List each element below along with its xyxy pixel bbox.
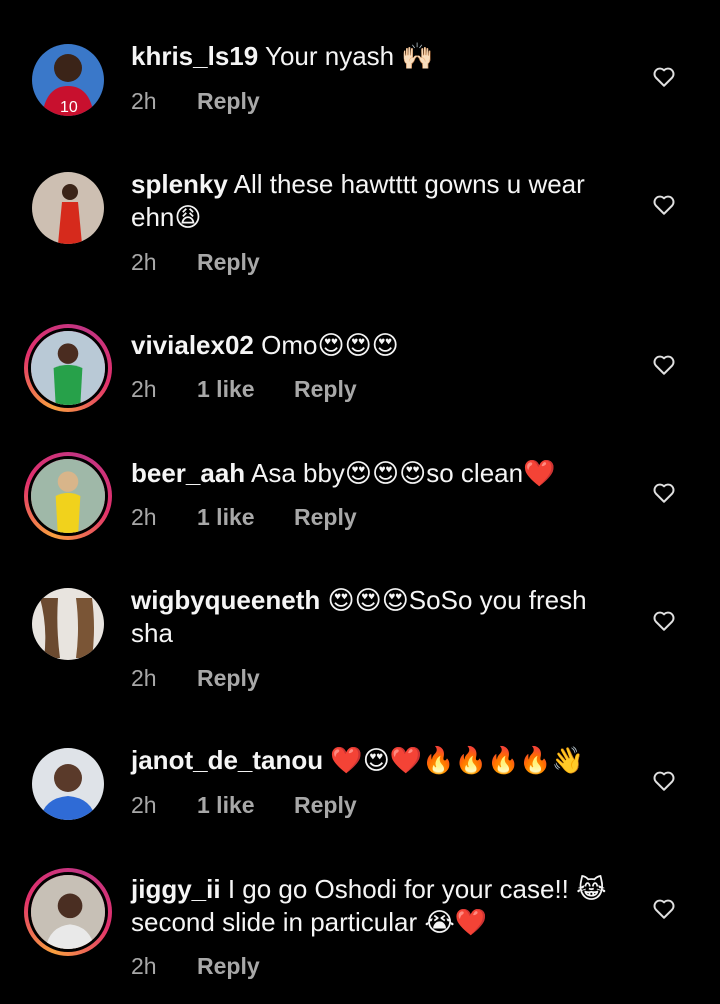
comment-meta: 2h Reply <box>131 88 260 115</box>
like-heart-icon[interactable] <box>651 191 677 217</box>
comment-meta: 2h 1 like Reply <box>131 504 357 531</box>
comment-text: beer_aah Asa bby😍😍😍so clean❤️ <box>131 457 621 490</box>
likes-count[interactable]: 1 like <box>197 504 294 531</box>
avatar-image: 10 <box>32 44 104 116</box>
comment-meta: 2h Reply <box>131 953 260 980</box>
comment-meta: 2h 1 like Reply <box>131 376 357 403</box>
avatar-image <box>31 875 105 949</box>
comment-meta: 2h 1 like Reply <box>131 792 357 819</box>
avatar[interactable] <box>32 172 104 244</box>
comment-username[interactable]: khris_ls19 <box>131 41 258 71</box>
like-heart-icon[interactable] <box>651 63 677 89</box>
comment-text: janot_de_tanou ❤️😍❤️🔥🔥🔥🔥👋 <box>131 744 621 777</box>
reply-button[interactable]: Reply <box>294 792 357 819</box>
likes-count[interactable]: 1 like <box>197 792 294 819</box>
avatar <box>28 872 108 952</box>
avatar-image <box>32 172 104 244</box>
comment-text: splenky All these hawtttt gowns u wear e… <box>131 168 621 234</box>
comment-username[interactable]: jiggy_ii <box>131 874 221 904</box>
comment-username[interactable]: vivialex02 <box>131 330 254 360</box>
avatar[interactable] <box>32 748 104 820</box>
comment-body: Omo😍😍😍 <box>261 330 399 360</box>
avatar-with-story-ring[interactable] <box>24 324 112 412</box>
comment-username[interactable]: beer_aah <box>131 458 245 488</box>
comment-body: ❤️😍❤️🔥🔥🔥🔥👋 <box>330 745 585 775</box>
comment-text: jiggy_ii I go go Oshodi for your case!! … <box>131 873 621 939</box>
reply-button[interactable]: Reply <box>197 665 260 692</box>
comment-time: 2h <box>131 792 157 818</box>
avatar[interactable] <box>32 588 104 660</box>
comment-username[interactable]: wigbyqueeneth <box>131 585 320 615</box>
reply-button[interactable]: Reply <box>197 953 260 980</box>
avatar-with-story-ring[interactable] <box>24 868 112 956</box>
comment-time: 2h <box>131 88 157 114</box>
svg-text:10: 10 <box>60 99 78 116</box>
avatar-image <box>32 748 104 820</box>
comment-meta: 2h Reply <box>131 665 260 692</box>
avatar <box>28 328 108 408</box>
comment-time: 2h <box>131 665 157 691</box>
reply-button[interactable]: Reply <box>294 376 357 403</box>
reply-button[interactable]: Reply <box>294 504 357 531</box>
avatar-image <box>32 588 104 660</box>
reply-button[interactable]: Reply <box>197 88 260 115</box>
comment-time: 2h <box>131 376 157 402</box>
comment-time: 2h <box>131 504 157 530</box>
comment-text: vivialex02 Omo😍😍😍 <box>131 329 621 362</box>
like-heart-icon[interactable] <box>651 767 677 793</box>
comment-time: 2h <box>131 249 157 275</box>
comment-text: khris_ls19 Your nyash 🙌🏻 <box>131 40 621 73</box>
avatar <box>28 456 108 536</box>
comment-time: 2h <box>131 953 157 979</box>
like-heart-icon[interactable] <box>651 607 677 633</box>
reply-button[interactable]: Reply <box>197 249 260 276</box>
like-heart-icon[interactable] <box>651 479 677 505</box>
avatar[interactable]: 10 <box>32 44 104 116</box>
comment-text: wigbyqueeneth 😍😍😍SoSo you fresh sha <box>131 584 621 650</box>
avatar-image <box>31 459 105 533</box>
likes-count[interactable]: 1 like <box>197 376 294 403</box>
comment-username[interactable]: janot_de_tanou <box>131 745 323 775</box>
comment-username[interactable]: splenky <box>131 169 228 199</box>
comment-body: Your nyash 🙌🏻 <box>264 41 434 71</box>
comment-meta: 2h Reply <box>131 249 260 276</box>
comment-body: Asa bby😍😍😍so clean❤️ <box>250 458 556 488</box>
avatar-with-story-ring[interactable] <box>24 452 112 540</box>
like-heart-icon[interactable] <box>651 895 677 921</box>
like-heart-icon[interactable] <box>651 351 677 377</box>
avatar-image <box>31 331 105 405</box>
